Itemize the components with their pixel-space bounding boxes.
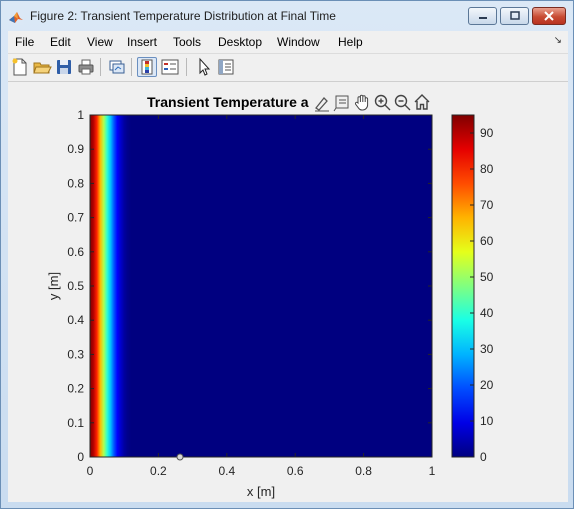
brush-icon[interactable] [313,93,331,112]
heatmap-layer [90,115,432,457]
figure-toolbar [8,54,568,82]
matlab-icon [8,9,24,25]
y-tick-label: 0.6 [67,245,84,259]
axes-toolbar [311,91,435,112]
minimize-icon [478,17,487,19]
colorbar-tick-label: 80 [480,162,494,176]
colorbar[interactable]: 0 10 20 30 40 50 60 70 80 90 [451,114,494,464]
x-tick-label: 0 [87,464,94,478]
colorbar-tick-label: 0 [480,450,487,464]
y-tick-label: 1 [77,108,84,122]
menu-insert[interactable]: Insert [127,35,157,49]
y-tick-label: 0.2 [67,382,84,396]
close-button[interactable] [532,7,566,25]
colorbar-gradient-bar[interactable] [451,114,475,458]
x-tick-label: 0.8 [355,464,372,478]
property-inspector-icon[interactable] [216,57,236,77]
figure-canvas: 0 0.2 0.4 0.6 0.8 1 0 0.1 0.2 0.3 0.4 0.5 0.6 0.7 0.8 0… [8,82,568,502]
colorbar-tick-label: 50 [480,270,494,284]
menu-bar: File Edit View Insert Tools Desktop Wind… [8,31,568,54]
home-icon[interactable] [413,93,431,111]
minimize-button[interactable] [468,7,497,25]
menu-window[interactable]: Window [277,35,320,49]
title-bar[interactable]: Figure 2: Transient Temperature Distribu… [1,1,573,31]
y-axis-label: y [m] [46,272,61,300]
new-figure-icon[interactable] [10,57,30,77]
y-tick-label: 0.5 [67,279,84,293]
menu-file[interactable]: File [15,35,34,49]
data-tip-icon[interactable] [333,93,351,112]
heatmap-plot[interactable]: 0 0.2 0.4 0.6 0.8 100.10.20.30.40.50.60.70.80… [8,82,568,502]
toolbar-separator [186,58,187,76]
colorbar-tick-label: 20 [480,378,494,392]
open-file-icon[interactable] [32,57,52,77]
colorbar-tick-label: 10 [480,414,494,428]
print-icon[interactable] [76,57,96,77]
y-tick-label: 0.4 [67,313,84,327]
menu-tools[interactable]: Tools [173,35,201,49]
link-plot-icon[interactable] [107,57,127,77]
colorbar-tick-label: 40 [480,306,494,320]
y-tick-label: 0.9 [67,142,84,156]
menu-help[interactable]: Help [338,35,363,49]
colorbar-tick-label: 60 [480,234,494,248]
x-tick-label: 0.4 [218,464,235,478]
colorbar-tick-label: 70 [480,198,494,212]
y-tick-label: 0 [77,450,84,464]
x-tick-label: 1 [429,464,436,478]
y-tick-label: 0.3 [67,347,84,361]
zoom-out-icon[interactable] [393,93,411,111]
x-axis-label: x [m] [247,484,275,499]
pan-hand-icon[interactable] [353,93,371,111]
menu-view[interactable]: View [87,35,113,49]
temperature-field[interactable] [90,115,432,457]
y-tick-label: 0.7 [67,211,84,225]
maximize-icon [509,11,520,20]
pointer-icon[interactable] [194,57,214,77]
colorbar-tick-label: 30 [480,342,494,356]
colorbar-icon[interactable] [137,57,157,77]
save-icon[interactable] [54,57,74,77]
menu-desktop[interactable]: Desktop [218,35,262,49]
figure-window: Figure 2: Transient Temperature Distribu… [0,0,574,509]
y-tick-label: 0.8 [67,176,84,190]
close-icon [544,11,554,21]
x-tick-label: 0.6 [287,464,304,478]
colorbar-tick-label: 90 [480,126,494,140]
window-frame: Figure 2: Transient Temperature Distribu… [0,0,574,509]
maximize-button[interactable] [500,7,529,25]
toolbar-separator [131,58,132,76]
zoom-in-icon[interactable] [373,93,391,111]
toolbar-separator [100,58,101,76]
legend-icon[interactable] [160,57,180,77]
menu-edit[interactable]: Edit [50,35,71,49]
dock-arrow-icon[interactable]: ↘ [554,35,562,46]
x-tick-label: 0.2 [150,464,167,478]
y-tick-label: 0.1 [67,416,84,430]
datatip-marker[interactable] [176,453,184,461]
window-title: Figure 2: Transient Temperature Distribu… [30,9,336,23]
chart-title: Transient Temperature a [147,94,309,110]
